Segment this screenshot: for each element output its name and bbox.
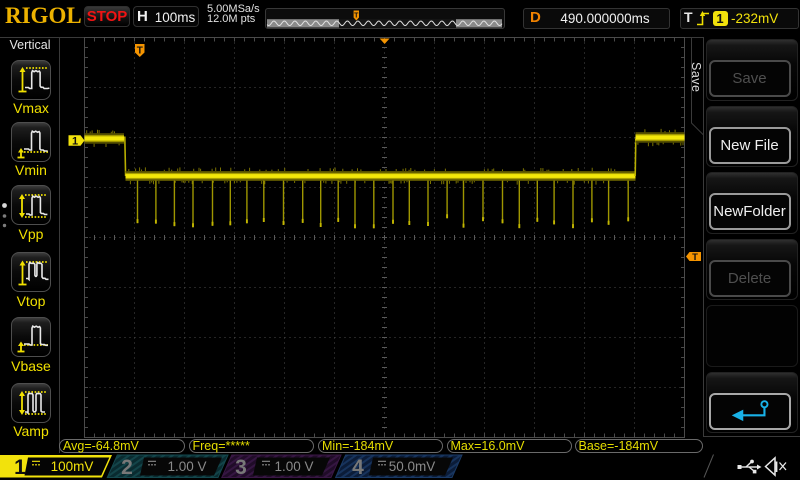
svg-text:2: 2 [121, 456, 133, 479]
svg-text:3: 3 [235, 456, 247, 479]
svg-text:4: 4 [352, 456, 364, 479]
svg-text:1: 1 [72, 136, 78, 148]
svg-text:100mV: 100mV [51, 459, 94, 474]
svg-text:1.00 V: 1.00 V [274, 459, 313, 474]
svg-text:50.0mV: 50.0mV [389, 459, 436, 474]
svg-text:1.00 V: 1.00 V [167, 459, 206, 474]
svg-text:1: 1 [14, 456, 26, 479]
svg-text:T: T [137, 46, 143, 57]
